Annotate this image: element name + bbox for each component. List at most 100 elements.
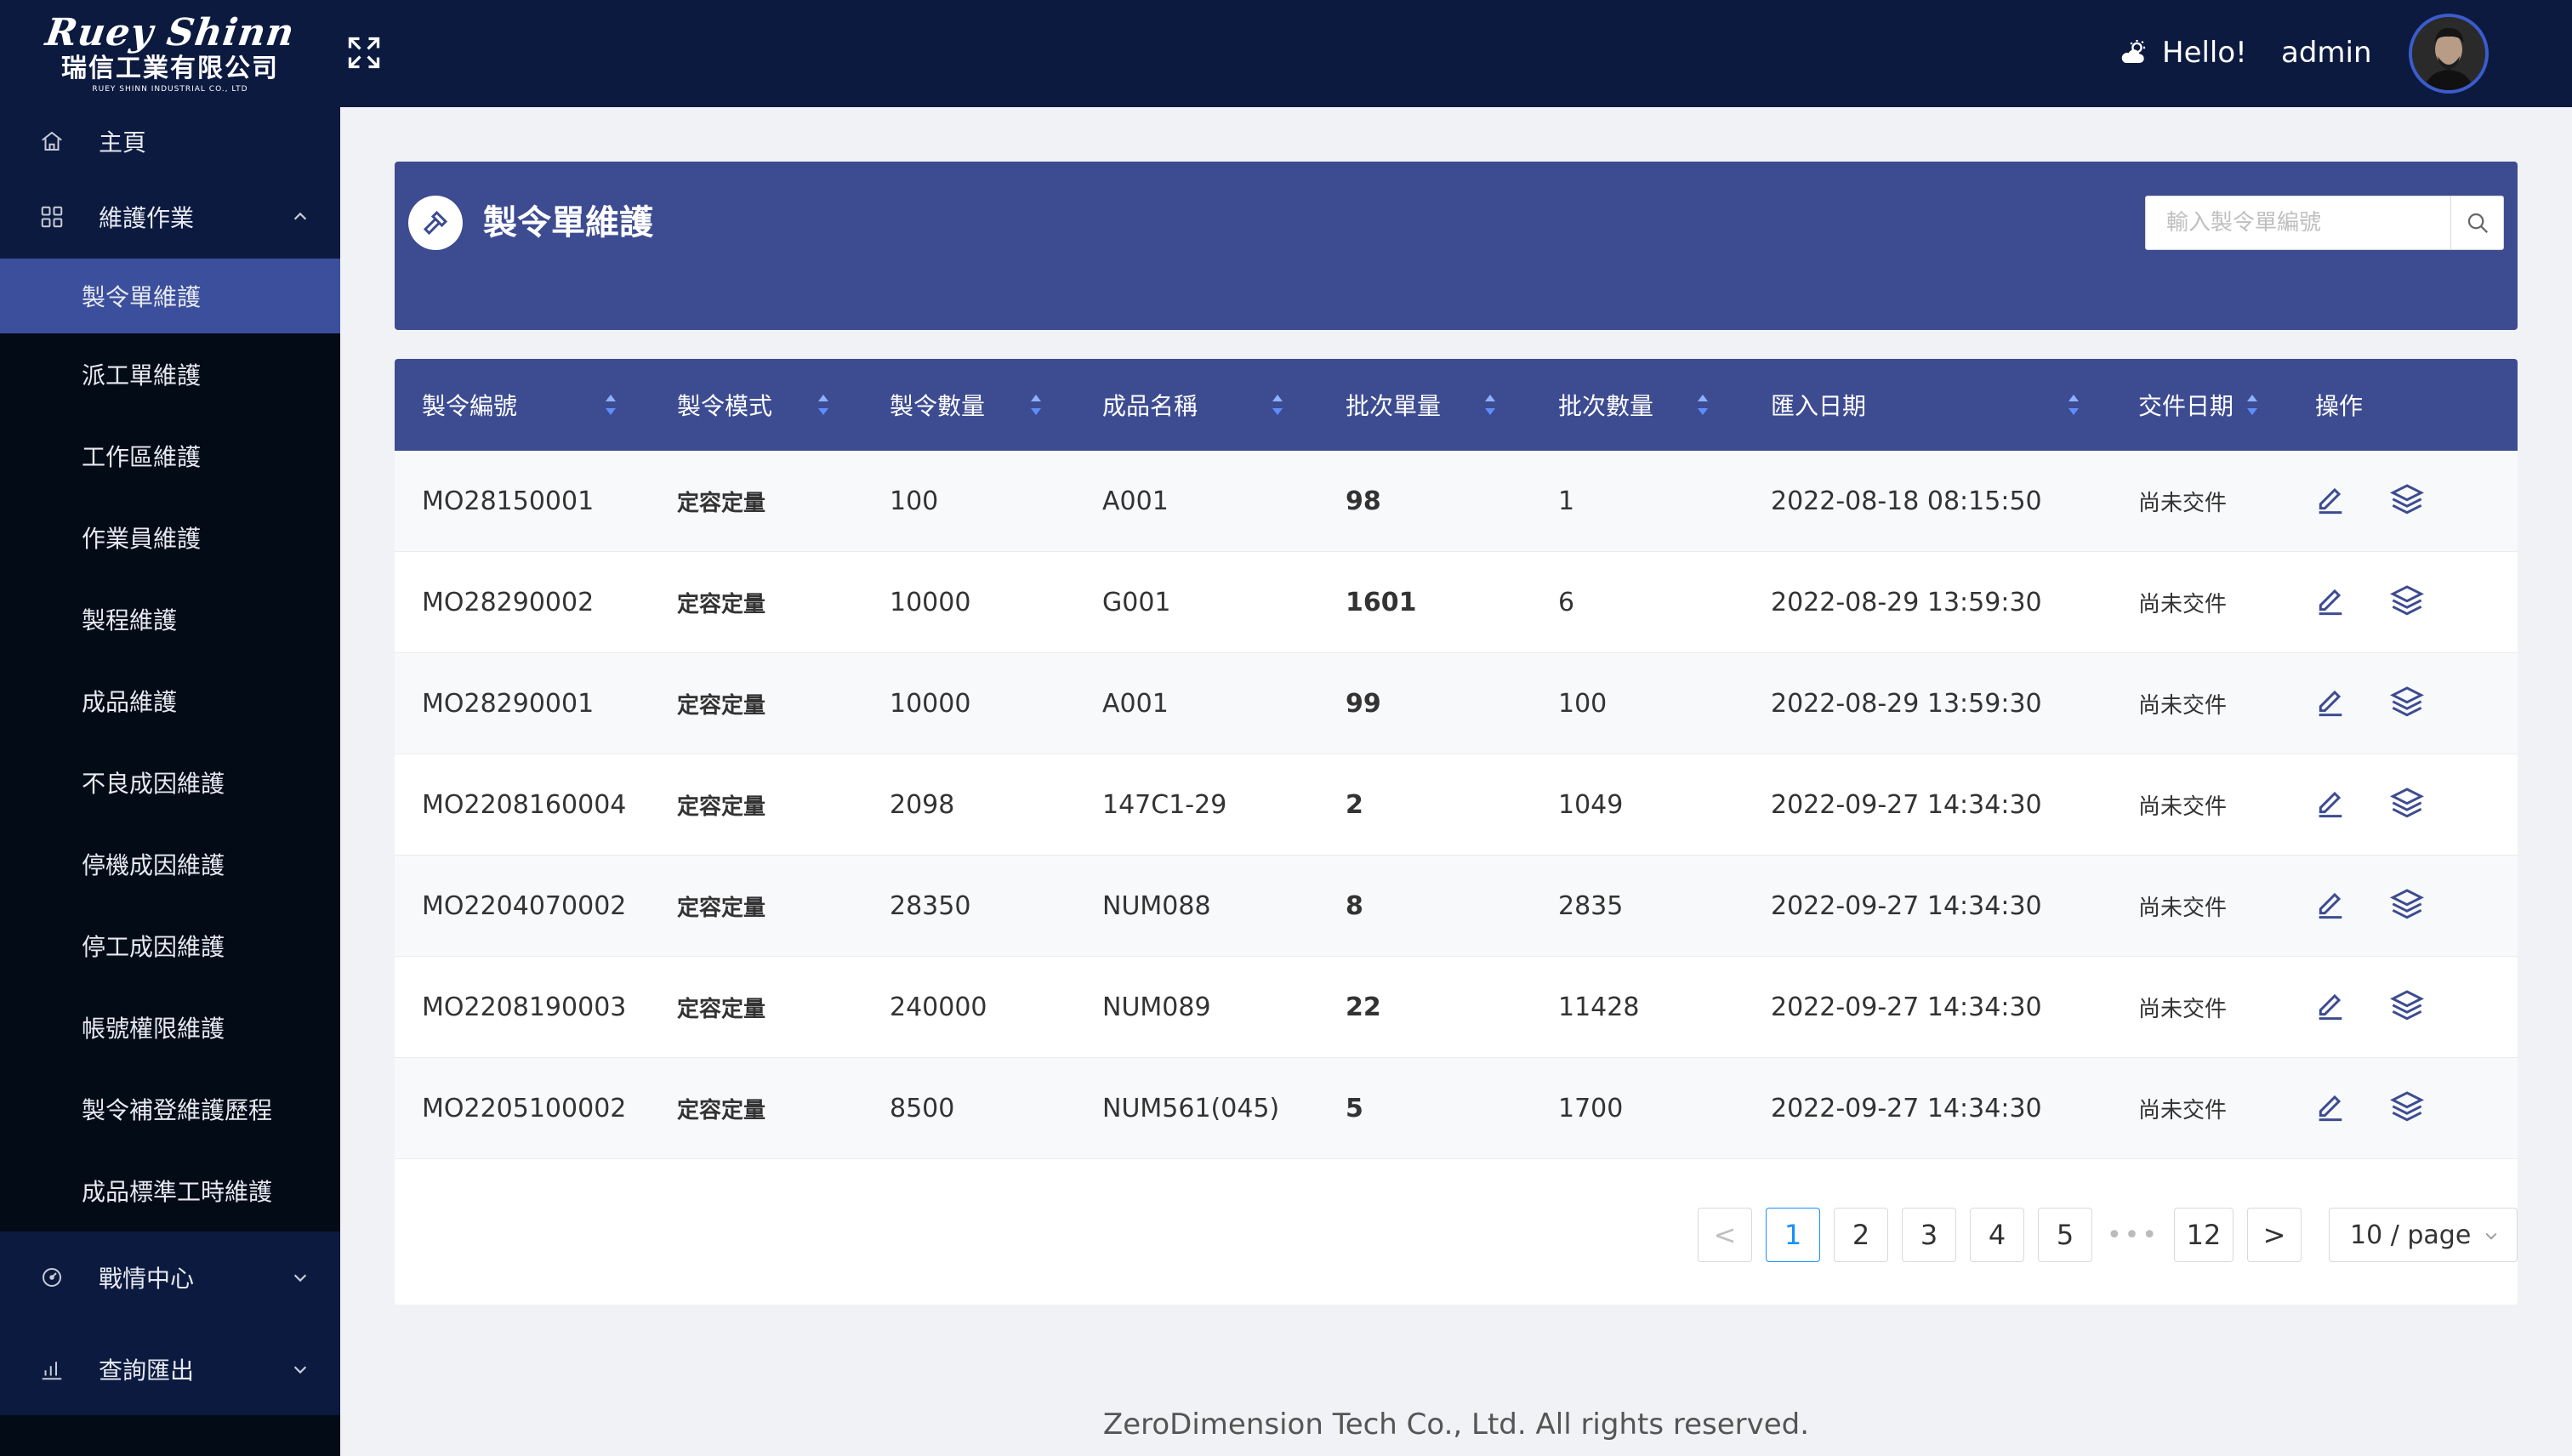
cell-delivery-status: 尚未交件	[2138, 491, 2228, 516]
sort-icon[interactable]	[2245, 391, 2259, 418]
sidebar-item-downtime-cause[interactable]: 停機成因維護	[0, 823, 340, 905]
column-header-product-name[interactable]: 成品名稱	[1102, 359, 1198, 451]
sidebar-item-label: 製令單維護	[82, 283, 202, 311]
logo-script: Ruey Shinn	[43, 11, 298, 54]
sidebar-item-stoppage-cause[interactable]: 停工成因維護	[0, 905, 340, 987]
edit-icon[interactable]	[2313, 684, 2347, 718]
bar-chart-icon	[42, 1362, 62, 1380]
sidebar-item-dispatch[interactable]: 派工單維護	[0, 333, 340, 415]
sidebar-group-label: 維護作業	[99, 204, 195, 232]
cell-order-number: MO28290002	[422, 588, 595, 617]
pagination-page-2[interactable]: 2	[1834, 1208, 1888, 1262]
pagination-page-4[interactable]: 4	[1970, 1208, 2024, 1262]
table-row: MO2205100002 定容定量 8500 NUM561(045) 5 170…	[395, 1058, 2518, 1159]
layers-icon[interactable]	[2390, 987, 2424, 1021]
column-header-import-date[interactable]: 匯入日期	[1771, 359, 1866, 451]
edit-icon[interactable]	[2313, 1089, 2347, 1123]
edit-icon[interactable]	[2313, 785, 2347, 819]
edit-icon[interactable]	[2313, 886, 2347, 920]
column-header-order-number[interactable]: 製令編號	[422, 359, 517, 451]
cell-order-number: MO28150001	[422, 486, 595, 516]
search-input[interactable]	[2146, 196, 2451, 249]
sidebar-group-war-room[interactable]: 戰情中心	[0, 1231, 340, 1323]
cell-batch-size: 22	[1346, 992, 1381, 1022]
layers-icon[interactable]	[2390, 684, 2424, 718]
sort-icon[interactable]	[604, 391, 617, 418]
cell-product-name: A001	[1102, 689, 1169, 719]
cell-import-date: 2022-08-29 13:59:30	[1771, 588, 2042, 617]
column-header-order-quantity[interactable]: 製令數量	[890, 359, 985, 451]
table-header: 製令編號 製令模式 製令數量 成品名稱 批次單量 批次數量 匯入日期 交件日期 …	[395, 359, 2518, 451]
cell-batch-count: 100	[1558, 689, 1608, 719]
column-header-delivery-date[interactable]: 交件日期	[2138, 359, 2233, 451]
pagination-page-1[interactable]: 1	[1766, 1208, 1820, 1262]
sidebar-group-maintenance[interactable]: 維護作業	[0, 175, 340, 259]
search-button[interactable]	[2450, 196, 2503, 249]
sidebar-item-defect-cause[interactable]: 不良成因維護	[0, 742, 340, 823]
work-order-table: 製令編號 製令模式 製令數量 成品名稱 批次單量 批次數量 匯入日期 交件日期 …	[395, 359, 2518, 1305]
username[interactable]: admin	[2281, 34, 2372, 71]
column-header-order-mode[interactable]: 製令模式	[677, 359, 772, 451]
pagination-prev-button[interactable]: <	[1698, 1208, 1752, 1262]
layers-icon[interactable]	[2390, 481, 2424, 515]
sort-icon[interactable]	[817, 391, 830, 418]
cell-order-quantity: 10000	[890, 689, 971, 719]
sidebar-item-account-permission[interactable]: 帳號權限維護	[0, 987, 340, 1068]
layers-icon[interactable]	[2390, 583, 2424, 617]
cell-order-mode: 定容定量	[677, 693, 766, 719]
pagination-next-button[interactable]: >	[2247, 1208, 2302, 1262]
column-header-label: 匯入日期	[1771, 392, 1867, 420]
cell-product-name: A001	[1102, 486, 1169, 516]
sidebar-item-label: 作業員維護	[82, 525, 202, 553]
column-header-batch-count[interactable]: 批次數量	[1558, 359, 1653, 451]
avatar[interactable]	[2409, 14, 2489, 94]
fullscreen-icon[interactable]	[345, 34, 383, 71]
home-icon	[42, 131, 62, 151]
sort-icon[interactable]	[1696, 391, 1710, 418]
cell-batch-size: 8	[1346, 891, 1363, 921]
cell-import-date: 2022-09-27 14:34:30	[1771, 992, 2042, 1022]
cell-product-name: NUM088	[1102, 891, 1211, 921]
sidebar-item-product[interactable]: 成品維護	[0, 660, 340, 742]
table-row: MO28290001 定容定量 10000 A001 99 100 2022-0…	[395, 653, 2518, 754]
sort-icon[interactable]	[1271, 391, 1284, 418]
cell-delivery-status: 尚未交件	[2138, 794, 2228, 820]
cell-product-name: 147C1-29	[1102, 790, 1227, 820]
cell-delivery-status: 尚未交件	[2138, 693, 2228, 719]
edit-icon[interactable]	[2313, 987, 2347, 1021]
edit-icon[interactable]	[2313, 481, 2347, 515]
layers-icon[interactable]	[2390, 886, 2424, 920]
column-header-label: 批次數量	[1558, 392, 1654, 420]
cell-batch-size: 98	[1346, 486, 1381, 516]
sidebar-item-label: 派工單維護	[82, 361, 202, 390]
table-row: MO2208190003 定容定量 240000 NUM089 22 11428…	[395, 957, 2518, 1058]
logo[interactable]: Ruey Shinn 瑞信工業有限公司 RUEY SHINN INDUSTRIA…	[0, 0, 340, 107]
sidebar-item-operator[interactable]: 作業員維護	[0, 497, 340, 578]
pagination-page-3[interactable]: 3	[1902, 1208, 1956, 1262]
pagination-ellipsis[interactable]: •••	[2107, 1208, 2159, 1262]
sidebar-item-standard-hours[interactable]: 成品標準工時維護	[0, 1150, 340, 1231]
sidebar-item-work-order[interactable]: 製令單維護	[0, 259, 340, 333]
sort-icon[interactable]	[2067, 391, 2080, 418]
column-header-batch-size[interactable]: 批次單量	[1346, 359, 1441, 451]
sidebar-group-query-export[interactable]: 查詢匯出	[0, 1323, 340, 1415]
cell-batch-count: 1700	[1558, 1094, 1624, 1123]
edit-icon[interactable]	[2313, 583, 2347, 617]
cell-order-quantity: 100	[890, 486, 939, 516]
pagination-page-5[interactable]: 5	[2038, 1208, 2092, 1262]
sidebar-item-label: 製令補登維護歷程	[82, 1096, 273, 1124]
page-size-select[interactable]: 10 / page	[2329, 1208, 2518, 1262]
column-header-actions: 操作	[2315, 359, 2363, 451]
grid-icon	[41, 206, 63, 228]
cell-order-quantity: 28350	[890, 891, 971, 921]
sort-icon[interactable]	[1029, 391, 1043, 418]
sidebar-item-work-area[interactable]: 工作區維護	[0, 415, 340, 497]
sidebar-item-process[interactable]: 製程維護	[0, 578, 340, 660]
layers-icon[interactable]	[2390, 1089, 2424, 1123]
layers-icon[interactable]	[2390, 785, 2424, 819]
chevron-down-icon	[293, 1274, 307, 1283]
sidebar-item-order-history[interactable]: 製令補登維護歷程	[0, 1068, 340, 1150]
sort-icon[interactable]	[1483, 391, 1497, 418]
pagination-page-last[interactable]: 12	[2174, 1208, 2233, 1262]
sidebar-item-home[interactable]: 主頁	[0, 107, 340, 175]
